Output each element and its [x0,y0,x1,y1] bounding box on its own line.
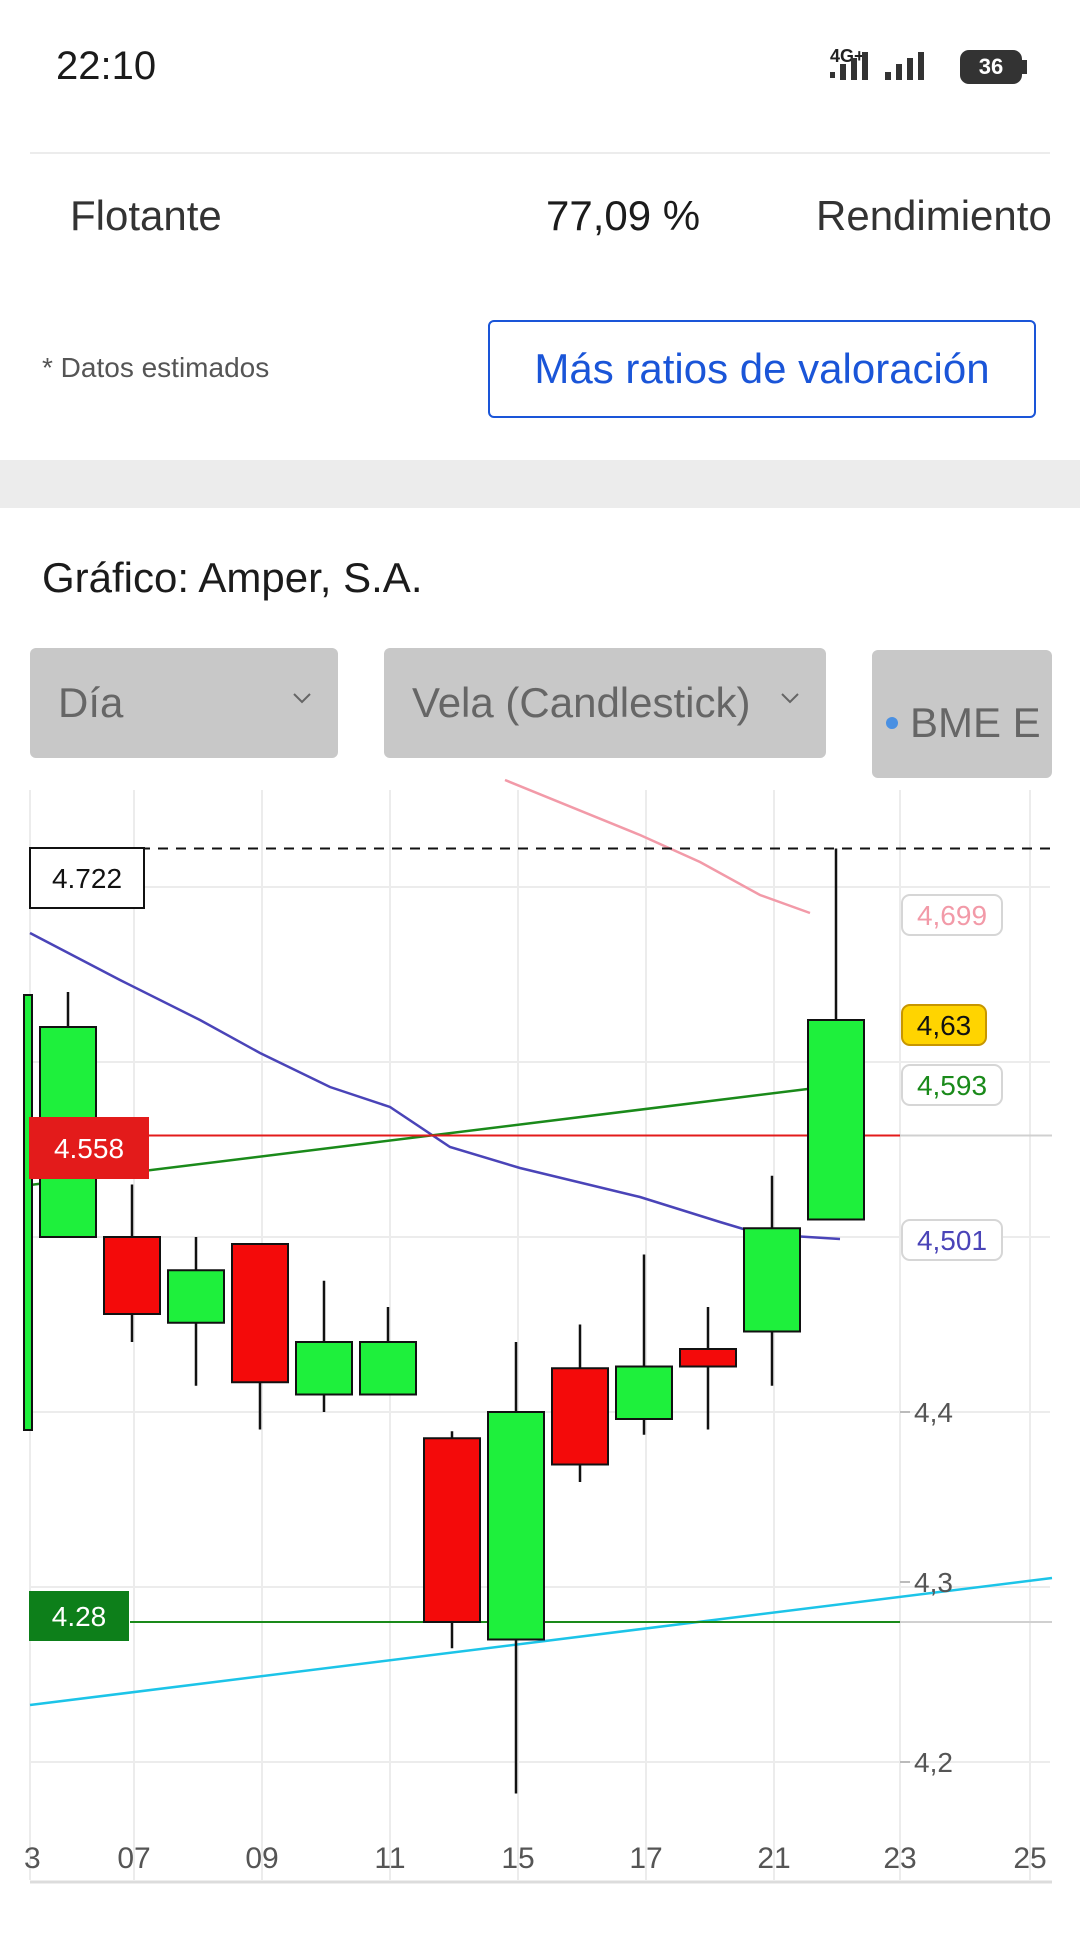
candle-body[interactable] [295,1341,353,1396]
candle-body[interactable] [551,1367,609,1466]
stat-label-flotante: Flotante [70,192,222,239]
battery-level: 36 [978,54,1004,79]
moving-average-pink [504,778,811,915]
x-tick-label: 07 [117,1842,150,1875]
candle-body[interactable] [167,1269,225,1324]
x-tick-label: 11 [374,1842,405,1875]
section-separator [0,460,1080,508]
more-ratios-label: Más ratios de valoración [534,345,990,392]
candle-body[interactable] [231,1243,289,1384]
price-tag-high-text: 4.722 [52,863,122,894]
status-bar: 22:10 4G+ 36 [0,0,1080,130]
candle-body[interactable] [743,1227,801,1333]
candle-body[interactable] [359,1341,417,1396]
candle-partial[interactable] [23,994,33,1431]
stat-label-rendimiento: Rendimiento [816,192,1052,239]
candle-body[interactable] [807,1019,865,1221]
chevron-down-icon [293,693,311,704]
signal-icon [830,52,924,80]
stat-value-flotante: 77,09 % [546,192,701,239]
x-tick-label: 09 [245,1842,278,1875]
candle-body[interactable] [487,1411,545,1641]
chart-title: Gráfico: Amper, S.A. [42,554,423,601]
x-tick-label: 23 [883,1842,916,1875]
price-tag-resistance-text: 4.558 [54,1133,124,1164]
candle-body[interactable] [615,1365,673,1420]
candle-body[interactable] [423,1437,481,1623]
more-ratios-button[interactable]: Más ratios de valoración [488,320,1036,418]
chart-type-select[interactable]: Vela (Candlestick) [384,648,826,758]
y-tick-label: 4,3 [914,1567,953,1598]
chevron-down-icon [781,693,799,704]
price-tag-support-text: 4.28 [52,1601,107,1632]
price-tag-ma-blue-text: 4,501 [917,1225,987,1256]
chart-type-select-value: Vela (Candlestick) [412,679,751,726]
divider [30,152,1050,154]
battery-tip [1022,60,1027,74]
stat-label-clip: Rendimiento [812,186,1052,246]
candle-body[interactable] [679,1348,737,1368]
price-tag-last-text: 4,63 [917,1010,972,1041]
market-select-value: BME E [910,699,1041,746]
price-tag-ma-pink-text: 4,699 [917,900,987,931]
period-select[interactable]: Día [30,648,338,758]
x-tick-label: 3 [24,1842,41,1875]
y-tick-label: 4,2 [914,1747,953,1778]
market-select[interactable]: BME E [872,650,1052,778]
moving-average-blue [29,931,841,1241]
candlestick-chart[interactable]: 4,4 4,3 4,2 3 07 09 11 15 17 21 23 25 4,699 4,63 4,593… [0,770,1080,1946]
price-tag-ma-green-text: 4,593 [917,1070,987,1101]
x-tick-label: 17 [629,1842,662,1875]
period-select-value: Día [58,679,124,726]
x-tick-label: 15 [501,1842,534,1875]
x-tick-label: 21 [757,1842,790,1875]
battery-icon: 36 [960,50,1022,84]
status-time: 22:10 [56,44,157,88]
y-tick-label: 4,4 [914,1397,953,1428]
candle-body[interactable] [103,1236,161,1315]
estimated-data-note: * Datos estimados [42,352,270,383]
market-dot-icon [886,717,898,729]
x-tick-label: 25 [1013,1842,1046,1875]
